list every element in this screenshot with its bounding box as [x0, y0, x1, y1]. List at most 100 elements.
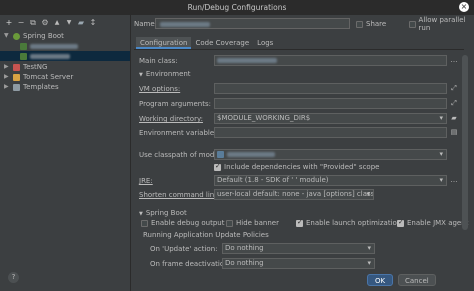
- main-class-label: Main class:: [139, 57, 178, 65]
- move-down-icon[interactable]: ▼: [64, 18, 74, 28]
- spring-boot-header: Spring Boot: [145, 209, 187, 217]
- chevron-right-icon[interactable]: ▶: [4, 62, 10, 72]
- remove-icon[interactable]: −: [16, 18, 26, 28]
- help-button[interactable]: ?: [8, 272, 19, 283]
- name-label: Name:: [134, 20, 158, 28]
- tree-label-testng: TestNG: [23, 63, 48, 71]
- tab-code-coverage[interactable]: Code Coverage: [191, 37, 253, 49]
- tree-item-config-1[interactable]: [20, 41, 78, 51]
- app-icon: [20, 42, 27, 50]
- parallel-run-checkbox[interactable]: Allow parallel run: [409, 16, 474, 32]
- tab-configuration[interactable]: Configuration: [136, 37, 192, 49]
- config-toolbar: + − ⧉ ⚙ ▲ ▼ ▰ ↕: [4, 18, 98, 30]
- redacted-text: [217, 58, 277, 63]
- debug-output-label: Enable debug output: [151, 219, 225, 227]
- ok-button[interactable]: OK: [367, 274, 393, 286]
- chevron-down-icon[interactable]: ▼: [139, 211, 143, 217]
- chevron-down-icon[interactable]: ▼: [4, 31, 10, 41]
- environment-section[interactable]: ▼ Environment: [139, 70, 191, 78]
- tree-item-testng[interactable]: ▶ TestNG: [4, 62, 47, 72]
- tab-logs[interactable]: Logs: [253, 37, 277, 49]
- split-divider[interactable]: [130, 15, 131, 291]
- main-class-field[interactable]: [214, 55, 447, 66]
- debug-output-checkbox[interactable]: Enable debug output: [141, 218, 224, 228]
- name-field[interactable]: [155, 18, 350, 29]
- redacted-text: [227, 151, 275, 157]
- checkbox-box[interactable]: [296, 218, 303, 227]
- program-args-label: Program arguments:: [139, 100, 211, 108]
- parallel-run-label: Allow parallel run: [418, 16, 466, 32]
- tree-label-tomcat: Tomcat Server: [23, 73, 74, 81]
- redacted-text: [30, 53, 70, 59]
- module-icon: [217, 150, 224, 158]
- hide-banner-label: Hide banner: [236, 219, 279, 227]
- checkbox-box[interactable]: [409, 20, 416, 28]
- jre-select[interactable]: Default (1.8 - SDK of ' ' module): [214, 175, 447, 186]
- jmx-agent-label: Enable JMX agent: [407, 219, 469, 227]
- jmx-agent-checkbox[interactable]: Enable JMX agent: [397, 218, 468, 228]
- include-provided-checkbox[interactable]: Include dependencies with "Provided" sco…: [214, 162, 379, 172]
- edit-env-icon[interactable]: ▤: [449, 127, 459, 137]
- program-args-field[interactable]: [214, 98, 447, 109]
- jre-label: JRE:: [139, 177, 153, 185]
- env-vars-label: Environment variables:: [139, 129, 221, 137]
- expand-icon[interactable]: ⤢: [449, 83, 459, 93]
- redacted-text: [160, 22, 210, 27]
- shorten-cmd-label: Shorten command line:: [139, 191, 221, 199]
- tomcat-icon: [13, 73, 20, 81]
- app-icon: [20, 52, 27, 60]
- on-frame-label: On frame deactivation:: [150, 260, 231, 268]
- tree-item-config-selected[interactable]: [0, 51, 130, 61]
- spring-boot-section[interactable]: ▼ Spring Boot: [139, 209, 187, 217]
- scrollbar[interactable]: [462, 55, 468, 230]
- browse-icon[interactable]: …: [449, 55, 459, 65]
- cancel-button[interactable]: Cancel: [398, 274, 436, 286]
- checkbox-box[interactable]: [356, 20, 363, 28]
- folder-icon[interactable]: ▰: [449, 113, 459, 123]
- browse-icon[interactable]: …: [449, 175, 459, 185]
- hide-banner-checkbox[interactable]: Hide banner: [226, 218, 279, 228]
- testng-icon: [13, 63, 20, 71]
- window-titlebar: Run/Debug Configurations ×: [0, 0, 474, 15]
- chevron-right-icon[interactable]: ▶: [4, 72, 10, 82]
- launch-optimization-label: Enable launch optimization: [306, 219, 402, 227]
- chevron-down-icon[interactable]: ▼: [139, 72, 143, 78]
- add-icon[interactable]: +: [4, 18, 14, 28]
- expand-icon[interactable]: ⤢: [449, 98, 459, 108]
- close-icon[interactable]: ×: [459, 2, 469, 12]
- share-checkbox[interactable]: Share: [356, 19, 386, 29]
- wrench-icon: [13, 83, 20, 91]
- tree-item-tomcat[interactable]: ▶ Tomcat Server: [4, 72, 73, 82]
- folder-icon[interactable]: ▰: [76, 18, 86, 28]
- redacted-text: [30, 43, 78, 49]
- tab-bar: Configuration Code Coverage Logs: [136, 37, 277, 49]
- checkbox-box[interactable]: [397, 218, 404, 227]
- classpath-select[interactable]: [214, 149, 447, 160]
- shorten-cmd-select[interactable]: user-local default: none - java [options…: [214, 189, 374, 200]
- sort-icon[interactable]: ↕: [88, 18, 98, 28]
- tree-item-templates[interactable]: ▶ Templates: [4, 82, 59, 92]
- include-provided-label: Include dependencies with "Provided" sco…: [224, 163, 380, 171]
- checkbox-box[interactable]: [141, 219, 148, 227]
- on-update-select[interactable]: Do nothing: [222, 243, 375, 254]
- share-label: Share: [366, 20, 387, 28]
- vm-options-label: VM options:: [139, 85, 181, 93]
- policies-header: Running Application Update Policies: [143, 231, 269, 239]
- tree-label-spring-boot: Spring Boot: [23, 32, 64, 40]
- launch-optimization-checkbox[interactable]: Enable launch optimization: [296, 218, 401, 228]
- working-dir-field[interactable]: $MODULE_WORKING_DIR$: [214, 113, 447, 124]
- settings-icon[interactable]: ⚙: [40, 18, 50, 28]
- on-frame-select[interactable]: Do nothing: [222, 258, 375, 269]
- checkbox-box[interactable]: [226, 219, 233, 227]
- move-up-icon[interactable]: ▲: [52, 18, 62, 28]
- vm-options-field[interactable]: [214, 83, 447, 94]
- tree-item-spring-boot[interactable]: ▼ Spring Boot: [4, 31, 64, 41]
- on-update-label: On 'Update' action:: [150, 245, 218, 253]
- tab-separator: [134, 49, 464, 50]
- copy-icon[interactable]: ⧉: [28, 18, 38, 28]
- tree-label-templates: Templates: [23, 83, 59, 91]
- checkbox-box[interactable]: [214, 162, 221, 171]
- env-vars-field[interactable]: [214, 127, 447, 138]
- chevron-right-icon[interactable]: ▶: [4, 82, 10, 92]
- environment-header: Environment: [145, 70, 191, 78]
